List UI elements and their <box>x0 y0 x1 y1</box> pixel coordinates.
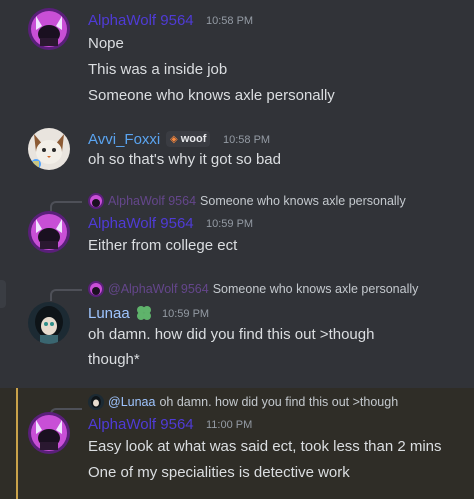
reply-preview[interactable]: @AlphaWolf 9564 Someone who knows axle p… <box>88 281 418 297</box>
message-text: though* <box>88 351 140 368</box>
mini-avatar <box>88 281 104 297</box>
message-text: One of my specialities is detective work <box>88 464 350 481</box>
reply-author[interactable]: @AlphaWolf 9564 <box>108 282 209 296</box>
mention-bar <box>16 388 18 499</box>
timestamp: 11:00 PM <box>206 419 253 431</box>
avatar[interactable] <box>28 412 70 454</box>
author-name[interactable]: AlphaWolf 9564 <box>88 215 194 233</box>
author-name[interactable]: Avvi_Foxxi <box>88 131 160 149</box>
avatar[interactable] <box>28 128 70 170</box>
message-text: oh damn. how did you find this out >thou… <box>88 326 375 343</box>
reply-author[interactable]: @Lunaa <box>108 395 155 409</box>
reply-preview[interactable]: @Lunaa oh damn. how did you find this ou… <box>88 394 398 410</box>
reply-spine <box>50 289 82 301</box>
author-name[interactable]: AlphaWolf 9564 <box>88 416 194 434</box>
reply-author[interactable]: AlphaWolf 9564 <box>108 194 196 208</box>
reply-preview[interactable]: AlphaWolf 9564 Someone who knows axle pe… <box>88 193 406 209</box>
mini-avatar <box>88 394 104 410</box>
reply-text[interactable]: oh damn. how did you find this out >thou… <box>159 395 398 409</box>
scroll-nub[interactable] <box>0 280 6 308</box>
timestamp: 10:59 PM <box>162 308 210 320</box>
author-name[interactable]: Lunaa <box>88 305 130 323</box>
role-tag[interactable]: ◈ woof <box>166 131 211 147</box>
message-text: Nope <box>88 35 124 52</box>
reply-text[interactable]: Someone who knows axle personally <box>213 282 419 296</box>
timestamp: 10:58 PM <box>223 134 271 146</box>
avatar[interactable] <box>28 302 70 344</box>
message-text: Someone who knows axle personally <box>88 87 335 104</box>
mini-avatar <box>88 193 104 209</box>
chat-messages: AlphaWolf 9564 10:58 PM Nope This was a … <box>0 0 474 499</box>
timestamp: 10:58 PM <box>206 15 254 27</box>
reply-text[interactable]: Someone who knows axle personally <box>200 194 406 208</box>
timestamp: 10:59 PM <box>206 218 254 230</box>
author-name[interactable]: AlphaWolf 9564 <box>88 12 194 30</box>
role-tag-label: woof <box>180 133 207 145</box>
message-text: Easy look at what was said ect, took les… <box>88 438 442 455</box>
message-text: This was a inside job <box>88 61 228 78</box>
message-text: oh so that's why it got so bad <box>88 151 281 168</box>
fox-icon: ◈ <box>170 133 178 145</box>
avatar[interactable] <box>28 8 70 50</box>
clover-icon[interactable] <box>135 304 153 327</box>
avatar[interactable] <box>28 211 70 253</box>
message-text: Either from college ect <box>88 237 238 254</box>
